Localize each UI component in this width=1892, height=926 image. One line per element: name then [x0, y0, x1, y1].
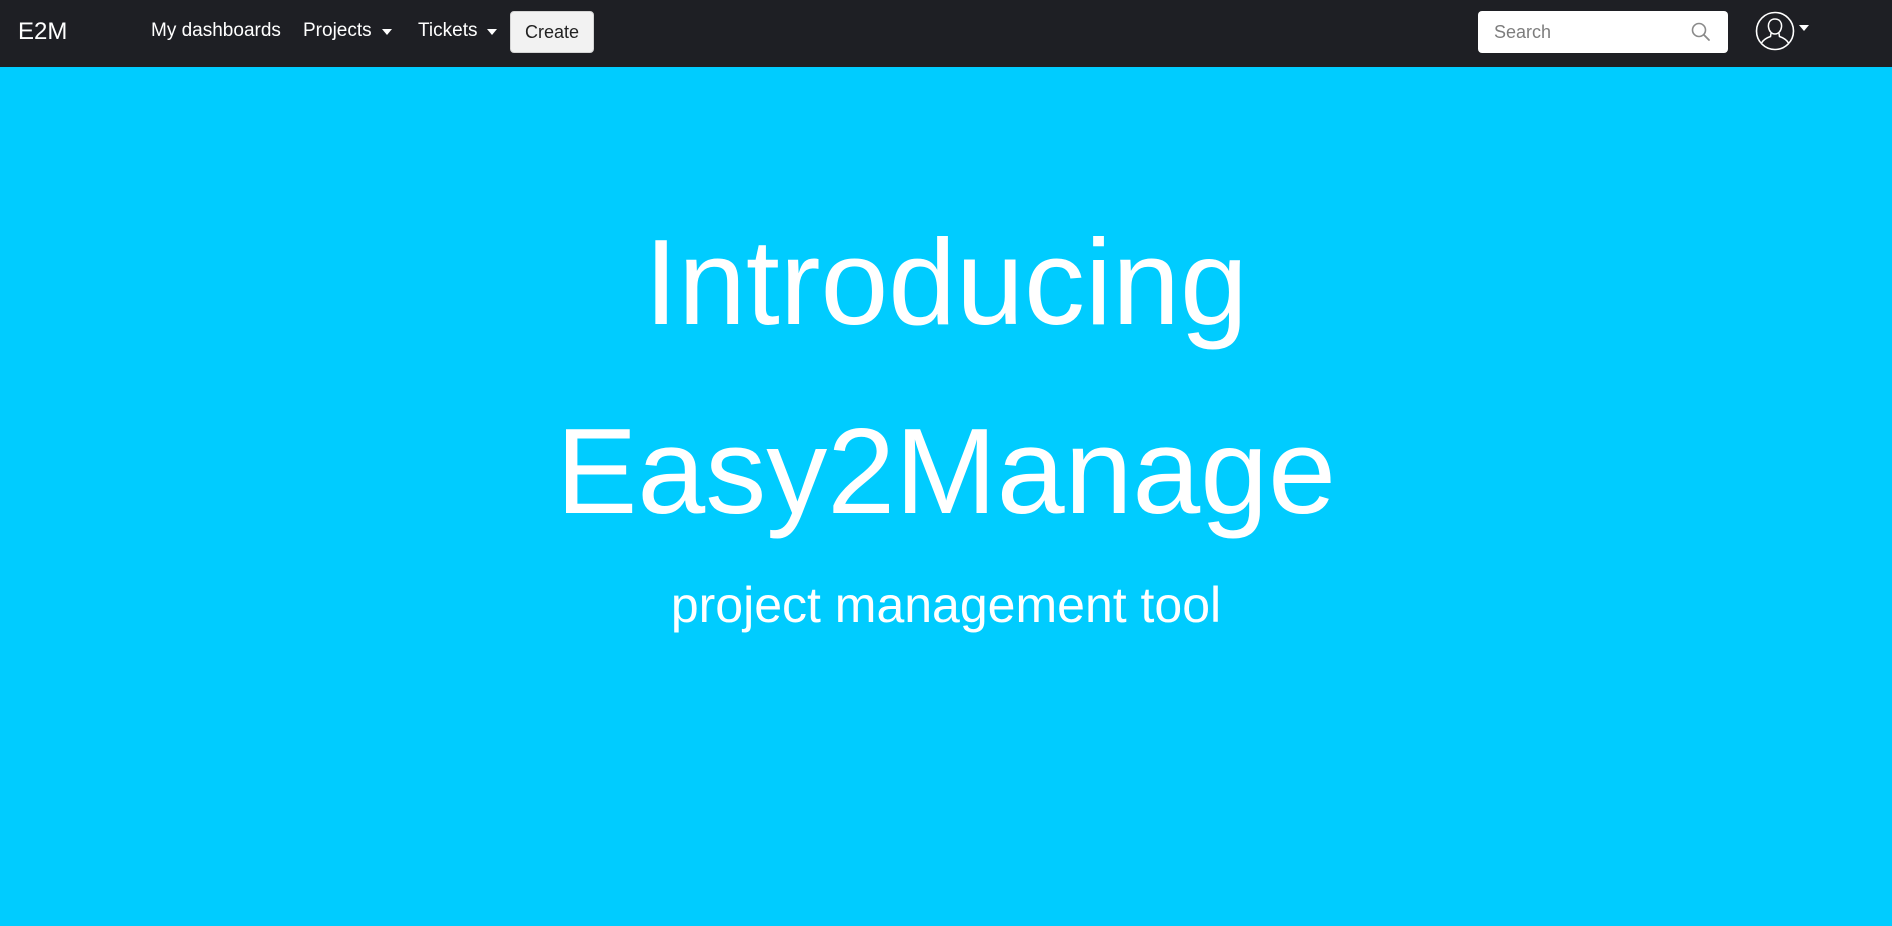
top-navbar: E2M My dashboards Projects Tickets Creat… [0, 0, 1892, 67]
hero-title-line1: Introducing [644, 214, 1248, 350]
nav-tickets-label: Tickets [418, 20, 478, 41]
user-menu-dropdown[interactable] [1755, 11, 1815, 51]
search-input[interactable] [1478, 11, 1678, 53]
chevron-down-icon [1799, 25, 1809, 31]
search-icon[interactable] [1690, 21, 1712, 43]
nav-tickets-dropdown[interactable]: Tickets [418, 19, 498, 43]
chevron-down-icon [487, 28, 498, 35]
brand-logo[interactable]: E2M [18, 17, 67, 47]
hero-section: Introducing Easy2Manage project manageme… [0, 67, 1892, 926]
hero-subtitle: project management tool [670, 577, 1222, 633]
search-box [1478, 11, 1728, 53]
create-button[interactable]: Create [510, 11, 594, 53]
hero-title-line2: Easy2Manage [556, 403, 1336, 539]
nav-projects-dropdown[interactable]: Projects [303, 19, 392, 43]
user-avatar-icon [1755, 11, 1795, 51]
chevron-down-icon [381, 28, 392, 35]
nav-my-dashboards-label: My dashboards [151, 20, 281, 41]
nav-projects-label: Projects [303, 20, 372, 41]
nav-my-dashboards[interactable]: My dashboards [151, 19, 281, 43]
